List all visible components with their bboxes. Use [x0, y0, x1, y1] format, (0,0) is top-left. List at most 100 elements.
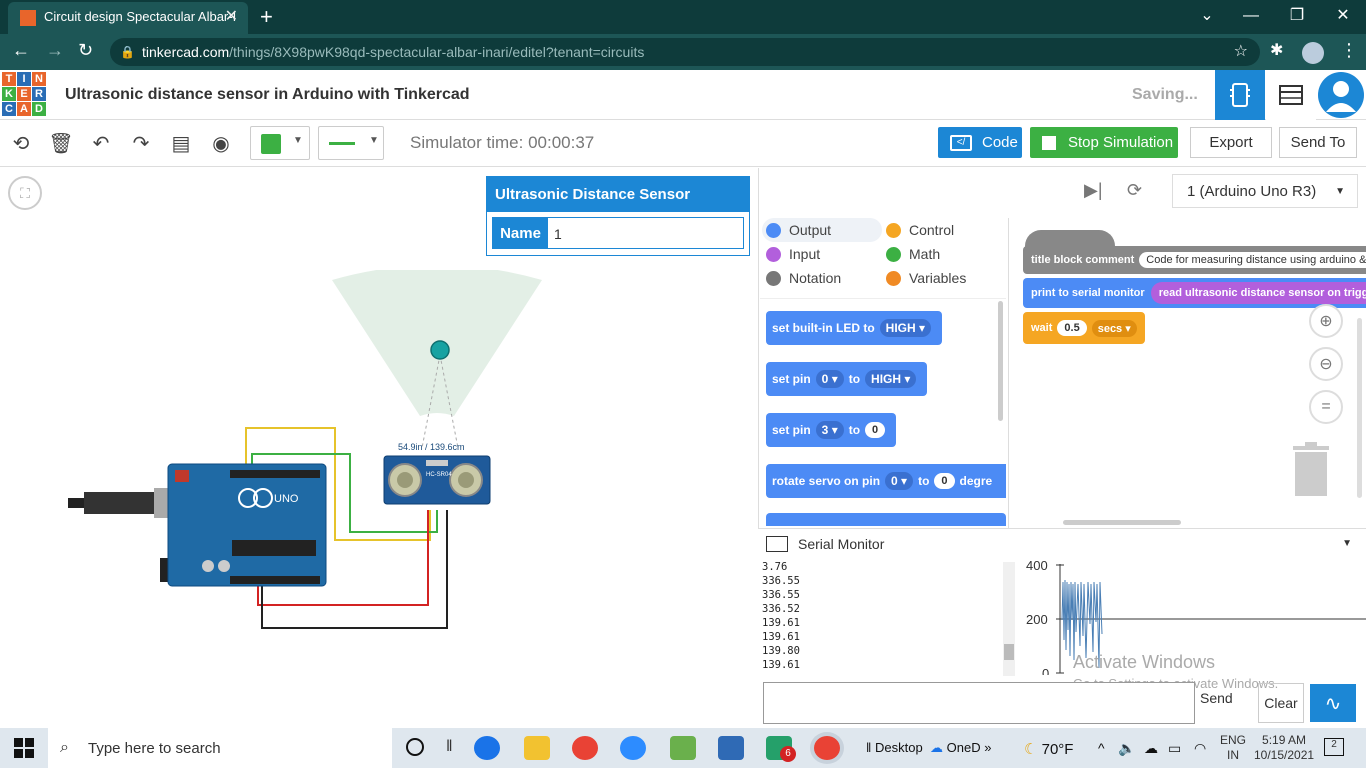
whatsapp-icon[interactable]: 6 [766, 736, 796, 762]
rotate-icon[interactable]: ⟲ [8, 131, 34, 156]
forward-icon[interactable]: → [46, 40, 64, 61]
block-print-serial[interactable]: print to serial monitor read ultrasonic … [1023, 278, 1366, 308]
clock[interactable]: 5:19 AM 10/15/2021 [1254, 733, 1314, 763]
category-control[interactable]: Control [886, 218, 954, 242]
workspace-scrollbar[interactable] [1063, 520, 1181, 525]
block-wait[interactable]: wait 0.5 secs ▾ [1023, 312, 1145, 344]
browser-tab[interactable]: Circuit design Spectacular Albar-I ✕ [8, 2, 248, 34]
close-tab-icon[interactable]: ✕ [225, 2, 238, 32]
close-window-icon[interactable]: ✕ [1320, 4, 1366, 28]
photos-icon[interactable] [718, 736, 744, 760]
reset-button[interactable] [175, 470, 189, 482]
cortana-icon[interactable] [406, 738, 424, 756]
onedrive-toolbar[interactable]: ☁ OneD » [930, 740, 991, 756]
edge-icon[interactable] [474, 736, 500, 760]
language-indicator[interactable]: ENG IN [1220, 733, 1246, 763]
send-to-button[interactable]: Send To [1279, 127, 1357, 158]
weather-widget[interactable]: ☾ 70°F [1024, 740, 1073, 758]
sensor-read-block[interactable]: read ultrasonic distance sensor on trigg… [1150, 282, 1366, 304]
back-icon[interactable]: ← [12, 40, 30, 61]
pin-dropdown[interactable]: 0 ▾ [815, 370, 844, 388]
undo-icon[interactable]: ↶ [88, 131, 114, 156]
name-input[interactable]: 1 [548, 218, 743, 248]
taskbar-search[interactable]: ⌕ Type here to search [48, 728, 392, 768]
wire-type-picker[interactable]: ▼ [318, 126, 384, 160]
notification-center-icon[interactable]: 2 [1324, 738, 1344, 756]
onedrive-tray-icon[interactable]: ☁ [1144, 740, 1158, 757]
serial-send-button[interactable]: Send [1200, 690, 1233, 706]
extensions-icon[interactable]: ✱ [1270, 40, 1283, 60]
windows-start-icon[interactable] [14, 738, 34, 758]
fit-view-button[interactable]: ⛶ [8, 176, 42, 210]
reload-icon[interactable]: ↻ [78, 40, 93, 61]
bookmark-star-icon[interactable]: ☆ [1234, 38, 1248, 66]
delete-icon[interactable]: 🗑 [48, 131, 74, 156]
circuit-view-button[interactable] [1215, 70, 1265, 120]
pin-dropdown[interactable]: 0 ▾ [885, 472, 914, 490]
zoom-out-button[interactable]: ⊖ [1309, 347, 1343, 381]
target-object[interactable] [430, 340, 450, 360]
chrome-icon[interactable] [572, 736, 598, 760]
color-picker[interactable]: ▼ [250, 126, 310, 160]
code-button[interactable]: </ Code [938, 127, 1022, 158]
block-set-pin-analog[interactable]: set pin 3 ▾ to 0 [766, 413, 897, 447]
stop-simulation-button[interactable]: Stop Simulation [1030, 127, 1178, 158]
block-set-pin-digital[interactable]: set pin 0 ▾ to HIGH ▾ [766, 362, 928, 396]
category-math[interactable]: Math [886, 242, 940, 266]
graph-toggle-button[interactable]: ∿ [1310, 684, 1356, 722]
wait-input[interactable]: 0.5 [1057, 320, 1087, 336]
tab-search-icon[interactable]: ⌄ [1184, 4, 1230, 28]
step-play-icon[interactable]: ▶| [1084, 180, 1103, 201]
value-input[interactable]: 0 [865, 422, 886, 438]
comment-input[interactable]: Code for measuring distance using arduin… [1139, 252, 1366, 268]
serial-scroll-thumb[interactable] [1004, 644, 1014, 660]
arduino-uno-board[interactable] [167, 463, 327, 587]
battery-icon[interactable]: ▭ [1168, 740, 1181, 757]
user-avatar[interactable] [1318, 72, 1364, 118]
restore-icon[interactable]: ❐ [1274, 4, 1320, 28]
new-tab-icon[interactable]: + [260, 4, 273, 30]
browser-menu-icon[interactable]: ⋮ [1340, 40, 1358, 61]
minimize-icon[interactable]: — [1228, 4, 1274, 28]
chrome-active-icon[interactable] [814, 736, 840, 760]
zoom-reset-button[interactable]: = [1309, 390, 1343, 424]
pin-dropdown[interactable]: 3 ▾ [815, 421, 844, 439]
category-input[interactable]: Input [766, 242, 820, 266]
visibility-icon[interactable]: ◉ [208, 131, 234, 156]
notes-icon[interactable]: ▤ [168, 131, 194, 156]
palette-scrollbar[interactable] [998, 301, 1003, 421]
unit-dropdown[interactable]: secs ▾ [1091, 319, 1137, 337]
led-value-dropdown[interactable]: HIGH ▾ [879, 319, 932, 337]
wifi-icon[interactable]: ◠ [1194, 740, 1206, 757]
category-output[interactable]: Output [762, 218, 882, 242]
serial-monitor-header[interactable]: Serial Monitor ▼ [758, 528, 1366, 558]
tinkercad-logo[interactable]: TIN KER CAD [2, 72, 46, 116]
url-input[interactable]: 🔒 tinkercad.com/things/8X98pwK98qd-spect… [110, 38, 1260, 66]
code-workspace[interactable]: title block comment Code for measuring d… [1008, 218, 1366, 528]
component-list-button[interactable] [1266, 70, 1316, 120]
angle-input[interactable]: 0 [934, 473, 955, 489]
desktop-toolbar[interactable]: ‖ Desktop [866, 740, 923, 755]
block-comment[interactable]: title block comment Code for measuring d… [1023, 246, 1366, 274]
state-dropdown[interactable]: HIGH ▾ [865, 370, 917, 388]
zoom-in-button[interactable]: ⊕ [1309, 304, 1343, 338]
task-view-icon[interactable]: ‖ [446, 738, 453, 756]
zoom-app-icon[interactable] [620, 736, 646, 760]
block-partial[interactable] [766, 513, 1006, 526]
file-explorer-icon[interactable] [524, 736, 550, 760]
serial-scrollbar[interactable] [1003, 562, 1015, 676]
redo-icon[interactable]: ↷ [128, 131, 154, 156]
profile-avatar[interactable] [1302, 42, 1324, 64]
debug-icon[interactable]: ⟳ [1127, 180, 1142, 201]
workspace-vscrollbar[interactable] [1357, 318, 1362, 498]
serial-clear-button[interactable]: Clear [1258, 683, 1304, 723]
bluestacks-icon[interactable] [670, 736, 696, 760]
volume-icon[interactable]: 🔈 [1118, 740, 1135, 757]
chevron-down-icon[interactable]: ▼ [1342, 538, 1352, 549]
block-rotate-servo[interactable]: rotate servo on pin 0 ▾ to 0 degre [766, 464, 1006, 498]
category-notation[interactable]: Notation [766, 266, 841, 290]
export-button[interactable]: Export [1190, 127, 1272, 158]
tray-chevron-icon[interactable]: ^ [1098, 740, 1105, 756]
board-selector[interactable]: 1 (Arduino Uno R3) ▼ [1172, 174, 1358, 208]
design-title[interactable]: Ultrasonic distance sensor in Arduino wi… [65, 86, 470, 104]
